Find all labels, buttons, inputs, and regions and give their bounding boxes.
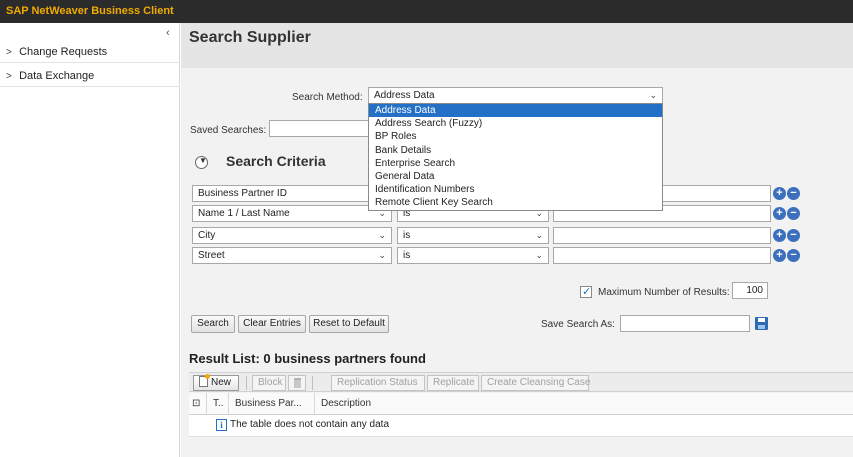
reset-to-default-button[interactable]: Reset to Default [309, 315, 389, 333]
add-row-icon[interactable]: + [773, 187, 786, 200]
block-button[interactable]: Block [252, 375, 286, 391]
column-header-type[interactable]: T.. [207, 393, 229, 415]
add-row-icon[interactable]: + [773, 207, 786, 220]
dropdown-option[interactable]: Address Data [369, 104, 662, 118]
chevron-right-icon: > [6, 71, 12, 82]
remove-row-icon[interactable]: − [787, 249, 800, 262]
add-row-icon[interactable]: + [773, 249, 786, 262]
chevron-down-icon: ⌄ [378, 230, 386, 240]
search-criteria-title: Search Criteria [226, 153, 326, 169]
dropdown-option[interactable]: Identification Numbers [369, 183, 662, 196]
table-settings-icon[interactable]: ⊡ [189, 393, 207, 415]
results-table-body: i The table does not contain any data [189, 415, 853, 437]
save-search-label: Save Search As: [541, 319, 615, 330]
row-actions: + − [773, 187, 803, 201]
remove-row-icon[interactable]: − [787, 229, 800, 242]
search-method-value: Address Data [374, 90, 435, 101]
criteria-field-select[interactable]: City ⌄ [192, 227, 392, 244]
dropdown-option[interactable]: Address Search (Fuzzy) [369, 117, 662, 130]
chevron-down-icon: ⌄ [378, 250, 386, 260]
remove-row-icon[interactable]: − [787, 187, 800, 200]
result-list-title: Result List: 0 business partners found [189, 351, 426, 366]
dropdown-option[interactable]: Remote Client Key Search [369, 196, 662, 209]
max-results-label: Maximum Number of Results: [598, 287, 730, 298]
toolbar-separator [246, 376, 247, 390]
row-actions: + − [773, 229, 803, 243]
chevron-down-icon: ⌄ [649, 90, 657, 100]
search-button[interactable]: Search [191, 315, 235, 333]
save-search-input[interactable] [620, 315, 750, 332]
checkmark-icon: ✓ [582, 286, 592, 298]
sidebar-item-label: Data Exchange [19, 70, 95, 82]
collapse-section-toggle[interactable]: ▼ [195, 156, 208, 169]
search-method-select[interactable]: Address Data ⌄ [368, 87, 663, 104]
page-header: Search Supplier [181, 23, 853, 68]
column-header-description[interactable]: Description [315, 393, 435, 415]
app-title-bar: SAP NetWeaver Business Client [0, 0, 853, 23]
sidebar: ‹ > Change Requests > Data Exchange [0, 23, 180, 457]
criteria-operator-select[interactable]: is ⌄ [397, 227, 549, 244]
replication-status-button[interactable]: Replication Status [331, 375, 425, 391]
saved-searches-label: Saved Searches: [190, 125, 267, 136]
dropdown-option[interactable]: Enterprise Search [369, 157, 662, 170]
column-header-business-partner[interactable]: Business Par... [229, 393, 315, 415]
chevron-down-icon: ▼ [199, 156, 207, 165]
dropdown-option[interactable]: BP Roles [369, 130, 662, 143]
app-title: SAP NetWeaver Business Client [6, 5, 174, 17]
search-method-label: Search Method: [292, 92, 363, 103]
row-actions: + − [773, 249, 803, 263]
collapse-sidebar-icon[interactable]: ‹ [166, 27, 170, 39]
empty-table-message: The table does not contain any data [230, 419, 390, 430]
criteria-field-select[interactable]: Name 1 / Last Name ⌄ [192, 205, 392, 222]
chevron-down-icon: ⌄ [535, 230, 543, 240]
search-method-dropdown: Address Data Address Search (Fuzzy) BP R… [368, 103, 663, 211]
save-icon[interactable] [755, 317, 768, 330]
sidebar-item-change-requests[interactable]: > Change Requests [0, 42, 180, 63]
saved-searches-input[interactable] [269, 120, 373, 137]
main-content: Search Supplier Search Method: Address D… [181, 23, 853, 457]
clear-entries-button[interactable]: Clear Entries [238, 315, 306, 333]
dropdown-option[interactable]: General Data [369, 170, 662, 183]
results-toolbar: New Block Replication Status Replicate C… [189, 372, 853, 392]
remove-row-icon[interactable]: − [787, 207, 800, 220]
criteria-value-input[interactable] [553, 247, 771, 264]
criteria-field-select[interactable]: Street ⌄ [192, 247, 392, 264]
chevron-right-icon: > [6, 47, 12, 58]
results-table-header: ⊡ T.. Business Par... Description [189, 393, 853, 415]
criteria-operator-select[interactable]: is ⌄ [397, 247, 549, 264]
chevron-down-icon: ⌄ [535, 250, 543, 260]
max-results-input[interactable]: 100 [732, 282, 768, 299]
replicate-button[interactable]: Replicate [427, 375, 479, 391]
info-icon: i [216, 419, 227, 431]
create-cleansing-case-button[interactable]: Create Cleansing Case [481, 375, 590, 391]
toolbar-separator [312, 376, 313, 390]
criteria-value-input[interactable] [553, 227, 771, 244]
dropdown-option[interactable]: Bank Details [369, 144, 662, 157]
row-actions: + − [773, 207, 803, 221]
new-document-icon [199, 374, 210, 387]
sidebar-item-label: Change Requests [19, 46, 108, 58]
criteria-field-select[interactable]: Business Partner ID ⌄ [192, 185, 392, 202]
trash-icon[interactable] [288, 375, 306, 391]
max-results-checkbox[interactable]: ✓ [580, 286, 592, 298]
sidebar-item-data-exchange[interactable]: > Data Exchange [0, 66, 180, 87]
add-row-icon[interactable]: + [773, 229, 786, 242]
page-title: Search Supplier [189, 29, 311, 46]
new-button[interactable]: New [193, 374, 239, 391]
